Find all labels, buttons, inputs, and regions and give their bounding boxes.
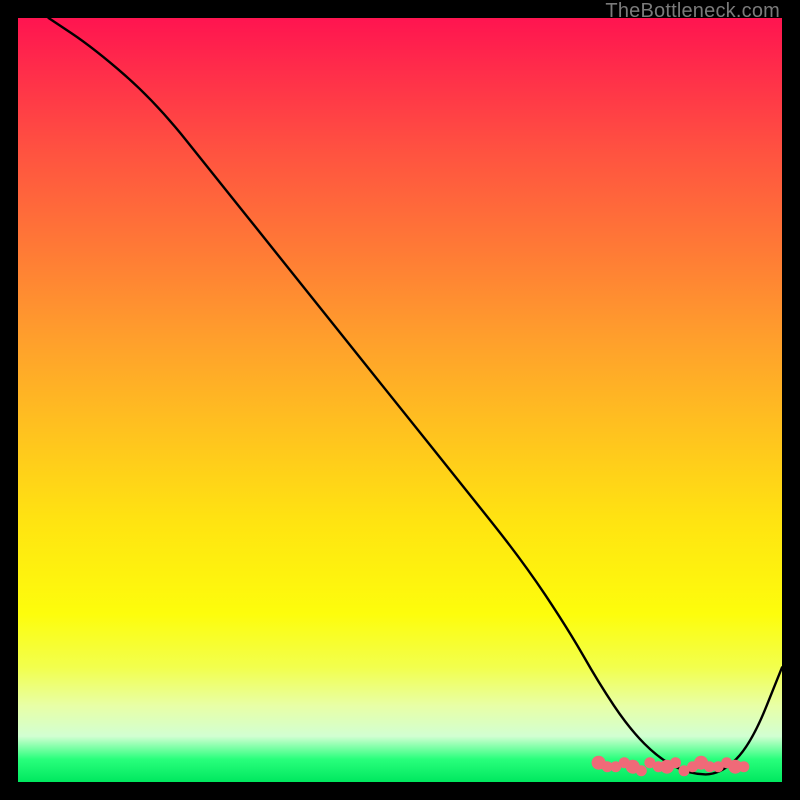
chart-frame: TheBottleneck.com: [0, 0, 800, 800]
plot-area: [18, 18, 782, 782]
highlight-zone-dots: [592, 756, 750, 777]
chart-svg: [18, 18, 782, 782]
highlight-dot: [670, 757, 681, 768]
highlight-dot: [636, 765, 647, 776]
watermark-text: TheBottleneck.com: [605, 0, 780, 23]
highlight-dot: [738, 761, 749, 772]
bottleneck-curve-line: [49, 18, 782, 774]
